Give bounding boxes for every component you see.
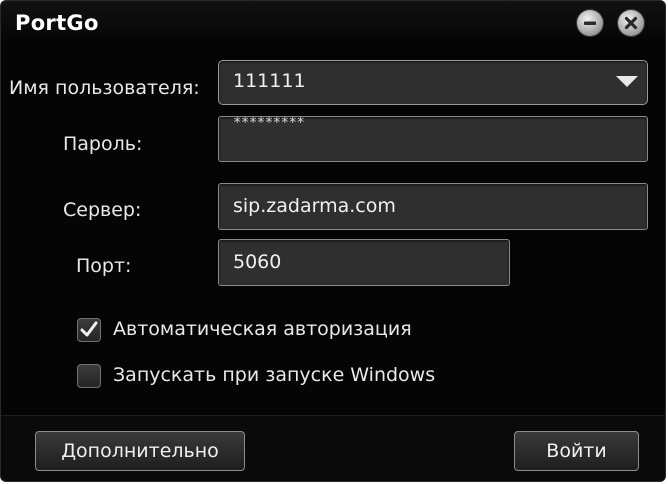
close-icon <box>624 16 638 30</box>
start-with-windows-checkbox[interactable] <box>77 364 101 388</box>
server-value: sip.zadarma.com <box>233 195 396 217</box>
auto-login-checkbox[interactable] <box>77 318 101 342</box>
login-button[interactable]: Войти <box>514 431 639 471</box>
server-label: Сервер: <box>63 199 142 221</box>
password-field[interactable]: ********* <box>218 115 648 162</box>
minimize-button[interactable] <box>577 10 603 36</box>
username-label: Имя пользователя: <box>9 77 200 99</box>
advanced-button[interactable]: Дополнительно <box>35 431 245 471</box>
minimize-icon <box>584 21 596 25</box>
port-value: 5060 <box>233 251 282 273</box>
checkmark-icon <box>80 321 98 337</box>
chevron-down-icon[interactable] <box>615 69 639 93</box>
username-combobox[interactable]: 111111 <box>218 60 648 105</box>
title-bar[interactable]: PortGo <box>1 1 665 45</box>
window-title: PortGo <box>15 11 99 35</box>
port-field[interactable]: 5060 <box>218 239 510 286</box>
password-mask: ********* <box>233 115 305 131</box>
login-window: PortGo Имя пользователя: 111111 Пароль: … <box>0 0 666 482</box>
start-with-windows-label: Запускать при запуске Windows <box>113 364 436 386</box>
auto-login-label: Автоматическая авторизация <box>113 318 412 340</box>
close-button[interactable] <box>618 10 644 36</box>
server-field[interactable]: sip.zadarma.com <box>218 183 648 230</box>
password-label: Пароль: <box>63 133 143 155</box>
username-value: 111111 <box>233 70 306 92</box>
port-label: Порт: <box>76 255 132 277</box>
